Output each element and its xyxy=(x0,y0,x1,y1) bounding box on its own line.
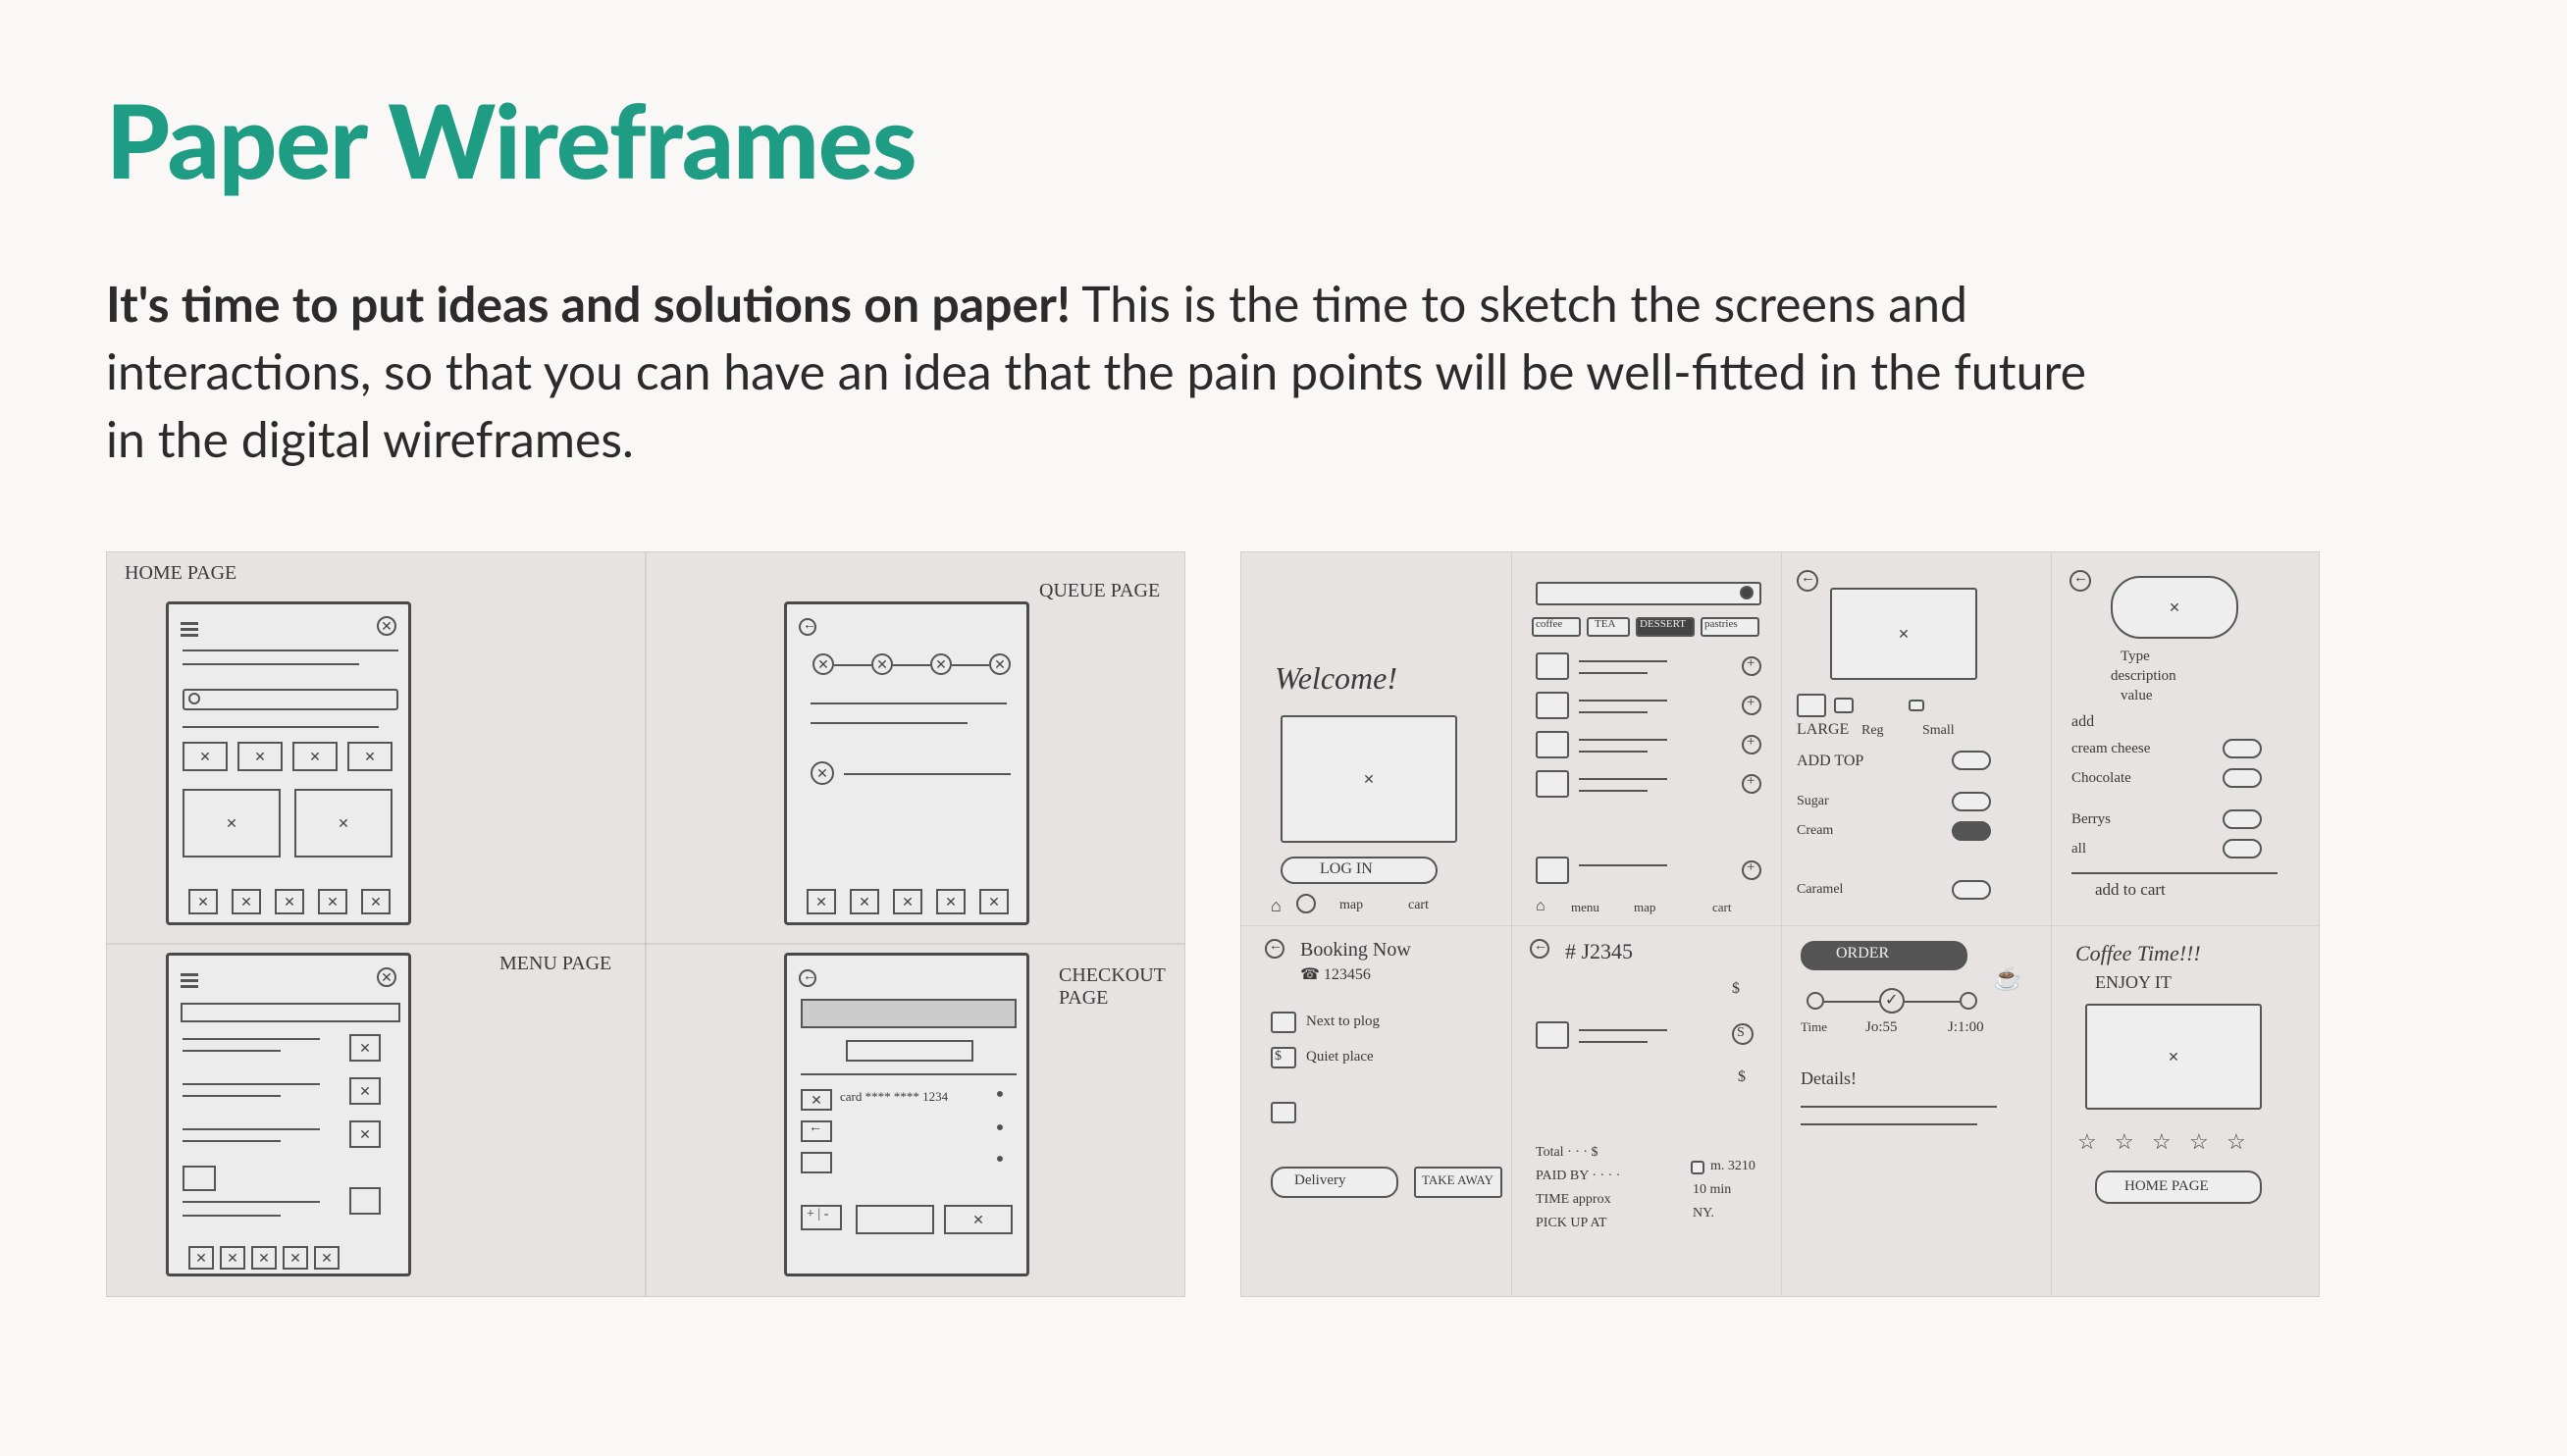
ny-label: NY. xyxy=(1693,1206,1714,1222)
hero-image xyxy=(1281,715,1457,843)
wireframe-photo-right: Welcome! LOG IN ⌂ map cart ← Booking Now… xyxy=(1240,551,2320,1297)
time-mid: Jo:55 xyxy=(1865,1019,1898,1036)
home-page-label: HOME PAGE xyxy=(2124,1178,2209,1195)
dist-label: m. 3210 xyxy=(1710,1159,1755,1174)
desc-label: description xyxy=(2111,668,2176,685)
size-s: S xyxy=(1737,1025,1745,1041)
value-label: value xyxy=(2121,688,2152,704)
images-row: HOME PAGE QUEUE PAGE MENU PAGE CHECKOUT … xyxy=(106,551,2461,1297)
product-image xyxy=(1830,588,1977,680)
total-label: Total · · · $ xyxy=(1536,1145,1598,1161)
star-icon: ☆ xyxy=(2152,1127,2172,1155)
home-nav-icon: ⌂ xyxy=(1271,896,1282,916)
time-start: Time xyxy=(1801,1019,1827,1035)
phone-label: ☎ 123456 xyxy=(1300,964,1371,984)
small-label: Small xyxy=(1922,723,1955,739)
wireframe-photo-left: HOME PAGE QUEUE PAGE MENU PAGE CHECKOUT … xyxy=(106,551,1185,1297)
nav-cart2: cart xyxy=(1712,900,1731,915)
menu-frame xyxy=(166,953,411,1276)
coffee-time: Coffee Time!!! xyxy=(2075,941,2201,966)
order-label: ORDER xyxy=(1836,945,1889,962)
nav-map2: map xyxy=(1634,900,1655,915)
label-menu: MENU PAGE xyxy=(499,953,611,975)
cream-label: Cream xyxy=(1797,823,1833,839)
takeaway-label: TAKE AWAY xyxy=(1422,1172,1493,1188)
time-end: J:1:00 xyxy=(1948,1019,1984,1036)
add-to-cart: add to cart xyxy=(2095,880,2166,900)
star-icon: ☆ xyxy=(2077,1127,2097,1155)
booking-label: Booking Now xyxy=(1300,939,1411,962)
nav-cart: cart xyxy=(1408,898,1429,913)
final-image xyxy=(2085,1004,2262,1110)
star-icon: ☆ xyxy=(2226,1127,2246,1155)
reg-label: Reg xyxy=(1861,723,1884,739)
label-home: HOME PAGE xyxy=(125,562,236,585)
min-label: 10 min xyxy=(1693,1182,1731,1198)
queue-frame: ← xyxy=(784,601,1029,925)
quiet-label: Quiet place xyxy=(1306,1049,1374,1066)
paidby-label: PAID BY · · · · xyxy=(1536,1169,1620,1184)
item-price-top: $ xyxy=(1732,980,1740,998)
details-label: Details! xyxy=(1801,1068,1857,1089)
label-queue: QUEUE PAGE xyxy=(1039,580,1160,602)
cream-cheese-label: cream cheese xyxy=(2071,741,2150,757)
coffee-icon: ☕ xyxy=(1993,964,2022,993)
tab-pastries: pastries xyxy=(1704,618,1738,630)
login-label: LOG IN xyxy=(1320,860,1373,878)
nav-menu: menu xyxy=(1571,900,1599,915)
product-pill xyxy=(2111,576,2238,639)
nav-map: map xyxy=(1339,898,1363,913)
type-label: Type xyxy=(2121,649,2150,665)
page-title: Paper Wireframes xyxy=(106,78,2461,201)
item-price: $ xyxy=(1738,1068,1746,1086)
body-bold: It's time to put ideas and solutions on … xyxy=(106,274,1071,333)
checkout-frame: ← card **** **** 1234 ← + | - xyxy=(784,953,1029,1276)
all-label: all xyxy=(2071,841,2086,858)
berrys-label: Berrys xyxy=(2071,811,2111,828)
order-number: # J2345 xyxy=(1565,939,1633,964)
star-icon: ☆ xyxy=(2115,1127,2134,1155)
add-label: add xyxy=(2071,713,2094,731)
tab-dessert: DESSERT xyxy=(1640,618,1686,630)
star-icon: ☆ xyxy=(2189,1127,2209,1155)
welcome-text: Welcome! xyxy=(1275,660,1397,697)
tab-tea: TEA xyxy=(1595,618,1615,630)
enjoy-label: ENJOY IT xyxy=(2095,972,2172,993)
chocolate-label: Chocolate xyxy=(2071,770,2131,787)
pickup-label: PICK UP AT xyxy=(1536,1216,1607,1231)
delivery-label: Delivery xyxy=(1294,1172,1345,1189)
sugar-label: Sugar xyxy=(1797,794,1829,809)
next-label: Next to plog xyxy=(1306,1014,1380,1030)
addtop-label: ADD TOP xyxy=(1797,753,1863,770)
body-text: It's time to put ideas and solutions on … xyxy=(106,270,2108,473)
tab-coffee: coffee xyxy=(1536,618,1562,630)
home-frame xyxy=(166,601,411,925)
search-bar xyxy=(1536,582,1761,605)
caramel-label: Caramel xyxy=(1797,882,1843,898)
large-label: LARGE xyxy=(1797,721,1849,739)
label-checkout: CHECKOUT PAGE xyxy=(1059,964,1184,1010)
time-label: TIME approx xyxy=(1536,1192,1611,1208)
